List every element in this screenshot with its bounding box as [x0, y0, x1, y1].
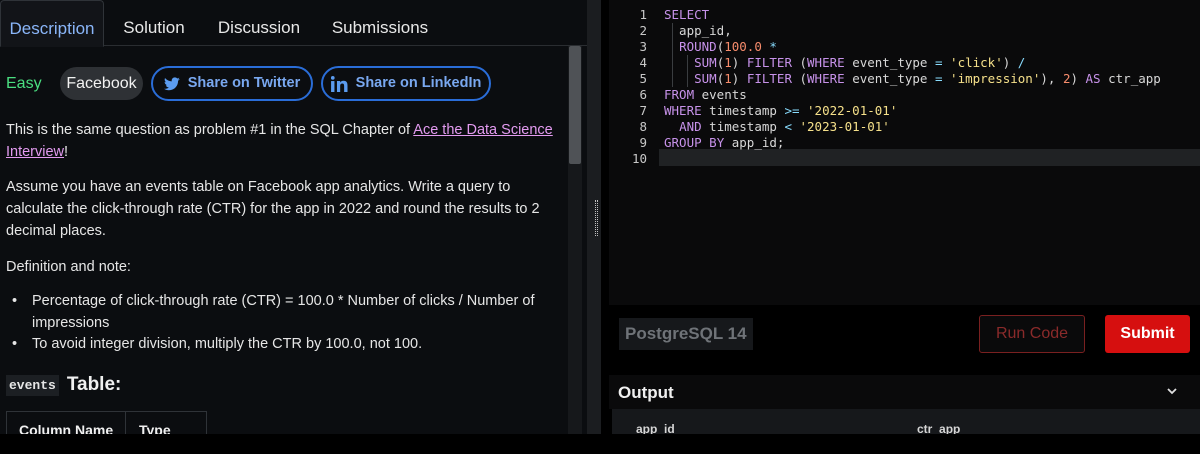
code-editor[interactable]: 1 2 3 4 5 6 7 8 9 10 SELECT app_id, ROUND(100.0 *… — [609, 0, 1200, 305]
linkedin-icon — [330, 75, 348, 92]
line-number: 1 — [639, 7, 647, 22]
table-heading: events Table: — [6, 372, 121, 398]
line-number: 10 — [631, 151, 647, 166]
scrollbar-thumb[interactable] — [569, 46, 581, 164]
bullet-text: To avoid integer division, multiply the … — [32, 336, 423, 352]
table-name-code: events — [6, 374, 59, 396]
column-header-type: Type — [139, 422, 171, 434]
share-linkedin-label: Share on LinkedIn — [355, 75, 482, 91]
code-line[interactable]: SUM(1) FILTER (WHERE event_type = 'impre… — [664, 71, 1161, 87]
left-scrollbar[interactable] — [568, 46, 582, 434]
code-line[interactable]: FROM events — [664, 87, 747, 103]
bullet-item: • Percentage of click-through rate (CTR) … — [12, 293, 535, 331]
indent-guide — [672, 23, 673, 87]
code-line[interactable]: GROUP BY app_id; — [664, 135, 784, 151]
bullet-text: Percentage of click-through rate (CTR) =… — [32, 293, 535, 331]
problem-panel: Description Solution Discussion Submissi… — [0, 0, 587, 434]
company-tag[interactable]: Facebook — [60, 67, 143, 100]
output-table: app_id ctr_app — [612, 409, 1200, 436]
chevron-down-icon[interactable] — [1166, 385, 1178, 397]
code-line[interactable]: app_id, — [664, 23, 732, 39]
run-code-button[interactable]: Run Code — [979, 315, 1085, 353]
line-number: 8 — [639, 119, 647, 134]
description-paragraph: Assume you have an events table on Faceb… — [6, 179, 540, 239]
share-linkedin-button[interactable]: Share on LinkedIn — [321, 66, 491, 101]
sql-engine-label[interactable]: PostgreSQL 14 — [619, 318, 753, 350]
column-header-name: Column Name — [19, 422, 114, 434]
tab-bar: Description Solution Discussion Submissi… — [0, 0, 587, 47]
tab-description[interactable]: Description — [0, 0, 104, 47]
tab-discussion[interactable]: Discussion — [204, 0, 314, 47]
current-line-highlight — [659, 149, 1200, 166]
panel-divider[interactable] — [587, 0, 601, 434]
code-line[interactable]: SELECT — [664, 7, 709, 23]
line-number: 6 — [639, 87, 647, 102]
submit-button[interactable]: Submit — [1105, 315, 1190, 353]
tab-submissions[interactable]: Submissions — [316, 0, 444, 47]
difficulty-badge: Easy — [6, 75, 42, 92]
code-line[interactable]: ROUND(100.0 * — [664, 39, 777, 55]
output-title: Output — [618, 383, 674, 402]
intro-end: ! — [64, 144, 69, 160]
drag-handle-icon[interactable] — [595, 200, 598, 236]
tag-row: Easy Facebook Share on Twitter Share on … — [0, 66, 566, 102]
editor-panel: 1 2 3 4 5 6 7 8 9 10 SELECT app_id, ROUND(100.0 *… — [609, 0, 1200, 436]
line-number: 5 — [639, 71, 647, 86]
line-gutter: 1 2 3 4 5 6 7 8 9 10 — [609, 0, 659, 305]
tab-solution[interactable]: Solution — [106, 0, 202, 47]
indent-guide — [687, 55, 688, 87]
definition-heading: Definition and note: — [6, 259, 131, 275]
schema-table: Column Name Type — [6, 411, 207, 434]
line-number: 9 — [639, 135, 647, 150]
bottom-bar — [0, 434, 1200, 454]
code-line[interactable]: SUM(1) FILTER (WHERE event_type = 'click… — [664, 55, 1025, 71]
bullet-item: • To avoid integer division, multiply the… — [12, 336, 423, 352]
code-line[interactable]: WHERE timestamp >= '2022-01-01' — [664, 103, 897, 119]
line-number: 7 — [639, 103, 647, 118]
intro-text: This is the same question as problem #1 … — [6, 122, 414, 138]
table-title: Table: — [66, 374, 122, 395]
output-header[interactable]: Output — [609, 375, 1200, 409]
share-twitter-button[interactable]: Share on Twitter — [151, 66, 313, 101]
line-number: 3 — [639, 39, 647, 54]
intro-paragraph: This is the same question as problem #1 … — [6, 119, 556, 163]
twitter-icon — [163, 76, 180, 90]
share-twitter-label: Share on Twitter — [187, 75, 301, 91]
code-line[interactable]: AND timestamp < '2023-01-01' — [664, 119, 890, 135]
line-number: 2 — [639, 23, 647, 38]
line-number: 4 — [639, 55, 647, 70]
